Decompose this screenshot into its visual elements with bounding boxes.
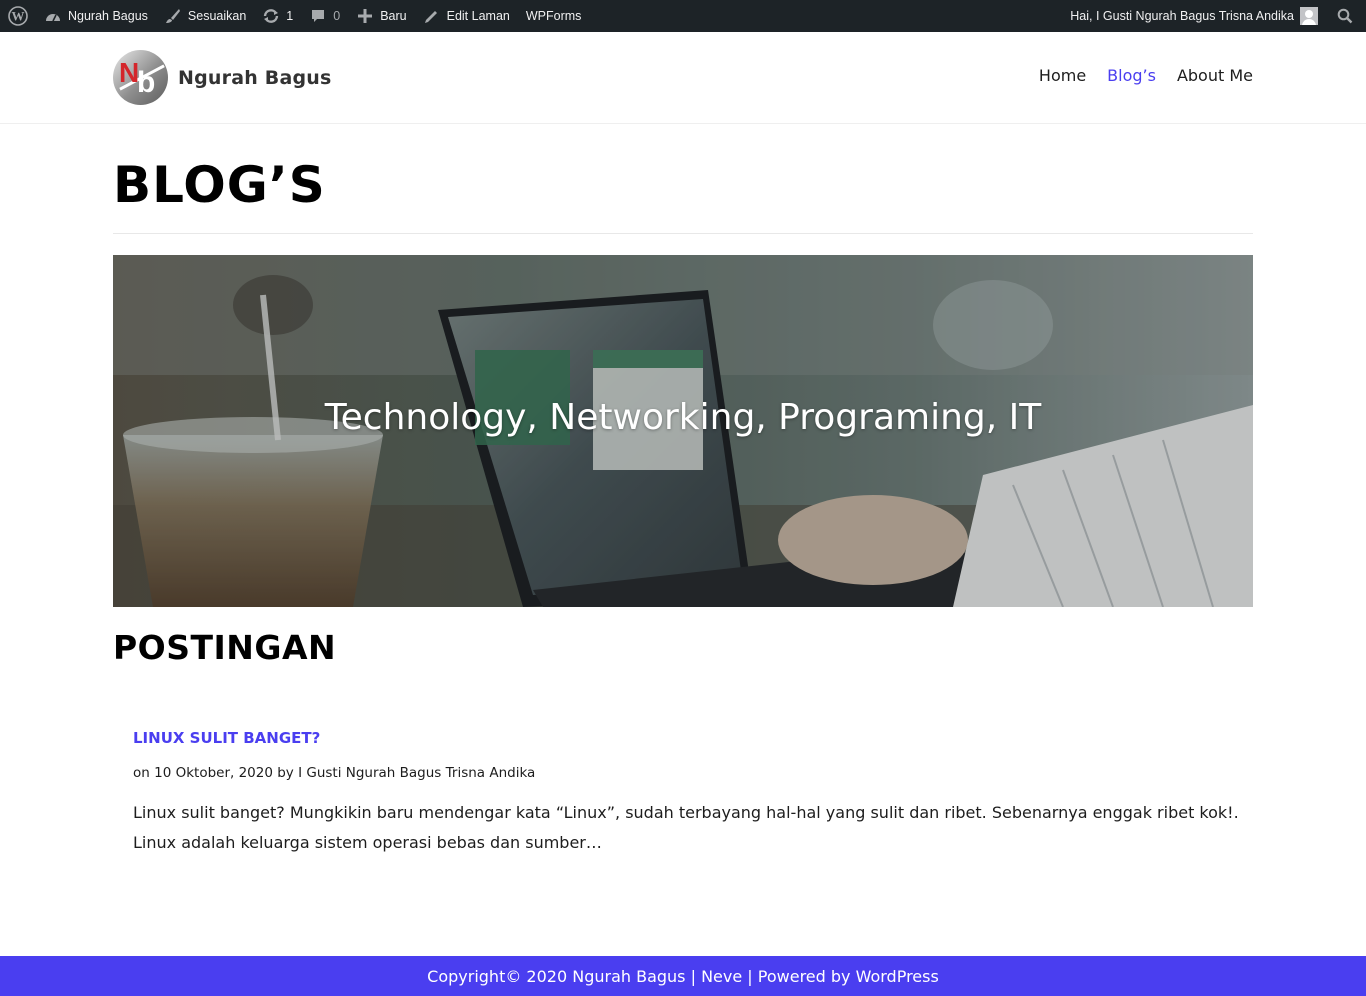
search-icon [1336,7,1354,25]
admin-wpforms-label: WPForms [525,9,582,23]
admin-updates-count: 1 [286,9,294,23]
footer-separator: | [685,966,702,986]
admin-comments-link[interactable]: 0 [301,0,348,32]
admin-new-label: Baru [380,9,407,23]
admin-new-link[interactable]: Baru [348,0,414,32]
admin-search-button[interactable] [1326,0,1366,32]
svg-text:W: W [12,9,25,24]
wordpress-logo-icon[interactable]: W [0,0,36,32]
page-title: BLOG’S [113,156,326,214]
nav-about-me[interactable]: About Me [1177,66,1253,85]
admin-customize-label: Sesuaikan [187,9,247,23]
footer-separator-2: | [742,966,758,986]
hero-caption: Technology, Networking, Programing, IT [324,397,1042,438]
footer-theme-link[interactable]: Neve [701,967,742,986]
post-title-link[interactable]: LINUX SULIT BANGET? [133,729,320,747]
updates-icon [262,7,280,25]
primary-nav: Home Blog’s About Me [1039,66,1253,85]
user-avatar-icon [1300,7,1318,25]
post-meta: on 10 Oktober, 2020 by I Gusti Ngurah Ba… [133,765,1243,781]
dashboard-icon [44,7,62,25]
post-item: LINUX SULIT BANGET? on 10 Oktober, 2020 … [133,728,1243,858]
site-brand-name: Ngurah Bagus [178,66,332,89]
site-footer: Copyright© 2020 Ngurah Bagus | Neve | Po… [0,956,1366,996]
plus-icon [356,7,374,25]
section-title: POSTINGAN [113,628,337,667]
admin-account-menu[interactable]: Hai, I Gusti Ngurah Bagus Trisna Andika [1062,0,1326,32]
footer-powered-link[interactable]: Powered by WordPress [758,967,939,986]
nav-blogs[interactable]: Blog’s [1107,66,1156,85]
admin-customize-link[interactable]: Sesuaikan [156,0,254,32]
post-meta-date: on 10 Oktober, 2020 by [133,765,299,781]
post-excerpt: Linux sulit banget? Mungkikin baru mende… [133,803,1239,852]
admin-greeting: Hai, I Gusti Ngurah Bagus Trisna Andika [1070,9,1294,23]
admin-edit-page-label: Edit Laman [446,9,510,23]
admin-wpforms-link[interactable]: WPForms [518,0,590,32]
admin-site-link[interactable]: Ngurah Bagus [36,0,156,32]
admin-site-label: Ngurah Bagus [68,9,148,23]
post-author-link[interactable]: I Gusti Ngurah Bagus Trisna Andika [298,765,535,781]
admin-edit-page-link[interactable]: Edit Laman [415,0,518,32]
site-header: N b Ngurah Bagus Home Blog’s About Me [0,32,1366,124]
footer-copyright: Copyright© 2020 Ngurah Bagus [427,966,686,986]
brush-icon [164,7,182,25]
admin-comments-count: 0 [333,9,341,23]
site-logo: N b [113,50,168,105]
nav-home[interactable]: Home [1039,66,1086,85]
site-brand-link[interactable]: N b Ngurah Bagus [113,50,332,105]
comment-icon [309,7,327,25]
pencil-icon [423,7,441,25]
admin-updates-link[interactable]: 1 [254,0,301,32]
title-divider [113,233,1253,234]
hero-banner: Technology, Networking, Programing, IT [113,255,1253,607]
admin-bar: W Ngurah Bagus Sesuaikan 1 0 Baru Edit L… [0,0,1366,32]
